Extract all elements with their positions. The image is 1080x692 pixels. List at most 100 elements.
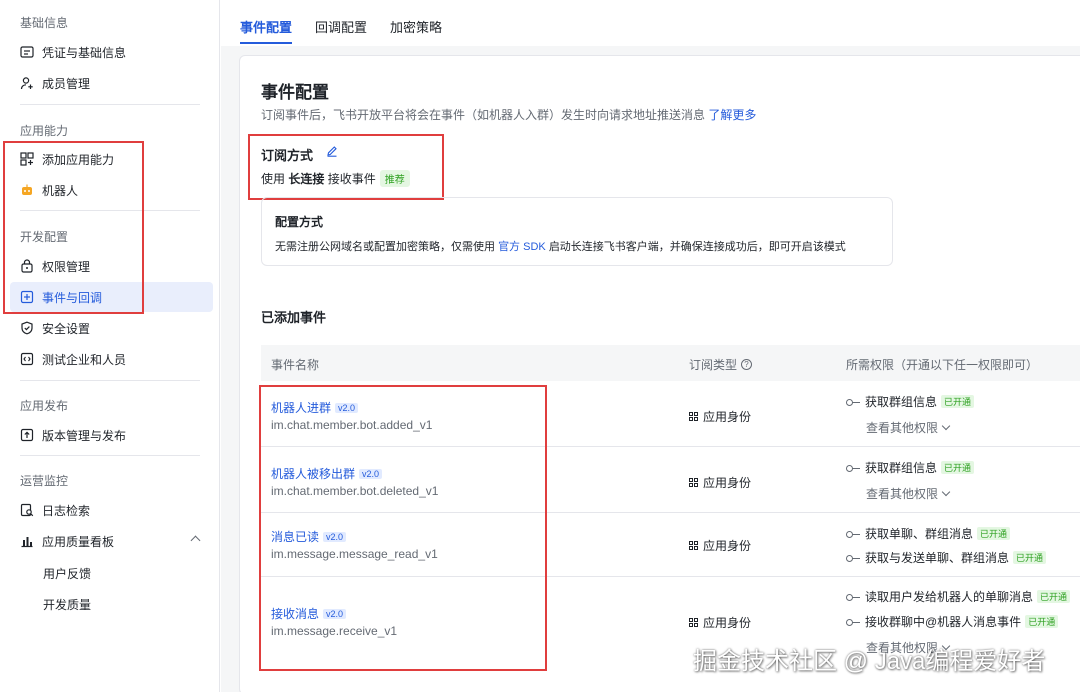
sidebar-item-security[interactable]: 安全设置 (10, 313, 213, 343)
sidebar-group-basic: 基础信息 (20, 16, 69, 30)
subscription-type: 应用身份 (689, 537, 751, 554)
sidebar-divider (20, 104, 200, 105)
sidebar-item-events[interactable]: 事件与回调 (10, 282, 213, 312)
sidebar: 基础信息 凭证与基础信息 成员管理 应用能力 添加应用能力 机器人 开发配置 权… (0, 0, 220, 692)
event-name-link[interactable]: 消息已读 v2.0 (271, 528, 347, 545)
key-icon (846, 398, 860, 406)
sidebar-item-logs[interactable]: 日志检索 (10, 495, 213, 525)
more-permissions-toggle[interactable]: 查看其他权限 (866, 485, 951, 502)
sidebar-item-permissions[interactable]: 权限管理 (10, 251, 213, 281)
added-events-title: 已添加事件 (261, 310, 327, 325)
key-icon (846, 464, 860, 472)
chevron-down-icon (941, 487, 951, 496)
config-method-text: 无需注册公网域名或配置加密策略，仅需使用 官方 SDK 启动长连接飞书客户端，并… (275, 241, 846, 253)
sidebar-item-label: 添加应用能力 (42, 152, 115, 167)
user-add-icon (20, 76, 34, 90)
learn-more-link[interactable]: 了解更多 (708, 108, 756, 122)
app-grid-icon (689, 412, 698, 421)
table-row: 机器人进群 v2.0 im.chat.member.bot.added_v1 应用… (261, 381, 1080, 447)
event-id: im.message.message_read_v1 (271, 547, 438, 561)
tab-callback-config[interactable]: 回调配置 (315, 17, 367, 36)
chevron-up-icon[interactable] (190, 535, 201, 546)
sidebar-item-label: 凭证与基础信息 (42, 45, 127, 60)
edit-icon[interactable] (326, 145, 338, 157)
sidebar-item-test-users[interactable]: 测试企业和人员 (10, 344, 213, 374)
main-area: 事件配置 回调配置 加密策略 事件配置 订阅事件后，飞书开放平台将会在事件（如机… (221, 0, 1080, 692)
permission-item: 获取与发送单聊、群组消息 已开通 (846, 549, 1047, 566)
shield-icon (20, 321, 34, 335)
sidebar-item-version[interactable]: 版本管理与发布 (10, 420, 213, 450)
page-title: 事件配置 (261, 83, 329, 102)
help-icon[interactable]: ? (741, 359, 753, 370)
col-permissions: 所需权限（开通以下任一权限即可） (846, 358, 1039, 372)
lock-icon (20, 259, 34, 273)
tab-bar: 事件配置 回调配置 加密策略 (221, 0, 1080, 46)
chevron-down-icon (941, 421, 951, 430)
enabled-badge: 已开通 (1037, 590, 1071, 603)
permission-item: 获取群组信息 已开通 (846, 393, 975, 410)
sidebar-group-dev: 开发配置 (20, 230, 69, 244)
col-subscription-type: 订阅类型? (689, 356, 753, 373)
bar-chart-icon (20, 534, 34, 548)
official-sdk-link[interactable]: 官方 SDK (498, 241, 546, 253)
sidebar-item-label: 版本管理与发布 (42, 428, 127, 443)
sidebar-divider (20, 210, 200, 211)
event-name-link[interactable]: 机器人进群 v2.0 (271, 399, 359, 416)
version-badge: v2.0 (359, 468, 383, 479)
watermark: 掘金技术社区 @ Java编程爱好者 (693, 648, 1046, 675)
apps-add-icon (20, 152, 34, 166)
recommended-badge: 推荐 (379, 170, 410, 187)
sidebar-subitem-dev-quality[interactable]: 开发质量 (43, 596, 91, 613)
tab-active-indicator (240, 42, 292, 44)
upload-box-icon (20, 428, 34, 442)
sidebar-item-bot[interactable]: 机器人 (10, 175, 213, 205)
app-grid-icon (689, 618, 698, 627)
enabled-badge: 已开通 (1025, 615, 1059, 628)
sidebar-item-label: 日志检索 (42, 503, 91, 518)
sidebar-group-capability: 应用能力 (20, 124, 69, 138)
sidebar-item-label: 应用质量看板 (42, 534, 115, 549)
col-event-name: 事件名称 (271, 358, 320, 372)
enabled-badge: 已开通 (1013, 551, 1047, 564)
version-badge: v2.0 (323, 531, 347, 542)
subscription-type: 应用身份 (689, 474, 751, 491)
sidebar-subitem-feedback[interactable]: 用户反馈 (43, 565, 91, 582)
events-table-header: 事件名称 订阅类型? 所需权限（开通以下任一权限即可） (261, 345, 1080, 381)
event-id: im.chat.member.bot.deleted_v1 (271, 484, 439, 498)
log-search-icon (20, 503, 34, 517)
event-icon (20, 290, 34, 304)
app-grid-icon (689, 478, 698, 487)
tab-event-config[interactable]: 事件配置 (240, 17, 292, 36)
sidebar-item-label: 机器人 (42, 183, 79, 198)
more-permissions-toggle[interactable]: 查看其他权限 (866, 419, 951, 436)
subscription-mode-title: 订阅方式 (261, 148, 314, 163)
key-icon (846, 593, 860, 601)
sidebar-divider (20, 380, 200, 381)
sidebar-item-add-capability[interactable]: 添加应用能力 (10, 144, 213, 174)
subscription-type: 应用身份 (689, 408, 751, 425)
sidebar-item-quality[interactable]: 应用质量看板 (10, 526, 213, 556)
subscription-type: 应用身份 (689, 614, 751, 631)
event-config-card: 事件配置 订阅事件后，飞书开放平台将会在事件（如机器人入群）发生时向请求地址推送… (239, 55, 1080, 692)
sidebar-group-ops: 运营监控 (20, 474, 69, 488)
sidebar-item-credentials[interactable]: 凭证与基础信息 (10, 37, 213, 67)
robot-icon (20, 183, 34, 197)
tab-encryption[interactable]: 加密策略 (390, 17, 442, 36)
permission-item: 获取群组信息 已开通 (846, 459, 975, 476)
key-icon (846, 530, 860, 538)
sidebar-divider (20, 455, 200, 456)
sidebar-item-members[interactable]: 成员管理 (10, 68, 213, 98)
highlight-box (248, 134, 444, 200)
permission-item: 获取单聊、群组消息 已开通 (846, 525, 1011, 542)
page-description: 订阅事件后，飞书开放平台将会在事件（如机器人入群）发生时向请求地址推送消息 了解… (261, 108, 757, 122)
version-badge: v2.0 (323, 608, 347, 619)
config-method-title: 配置方式 (275, 215, 324, 229)
table-row: 机器人被移出群 v2.0 im.chat.member.bot.deleted_v… (261, 447, 1080, 513)
sidebar-item-label: 测试企业和人员 (42, 352, 127, 367)
event-name-link[interactable]: 接收消息 v2.0 (271, 605, 347, 622)
version-badge: v2.0 (335, 402, 359, 413)
sidebar-item-label: 安全设置 (42, 321, 91, 336)
event-name-link[interactable]: 机器人被移出群 v2.0 (271, 465, 383, 482)
enabled-badge: 已开通 (977, 527, 1011, 540)
code-box-icon (20, 352, 34, 366)
